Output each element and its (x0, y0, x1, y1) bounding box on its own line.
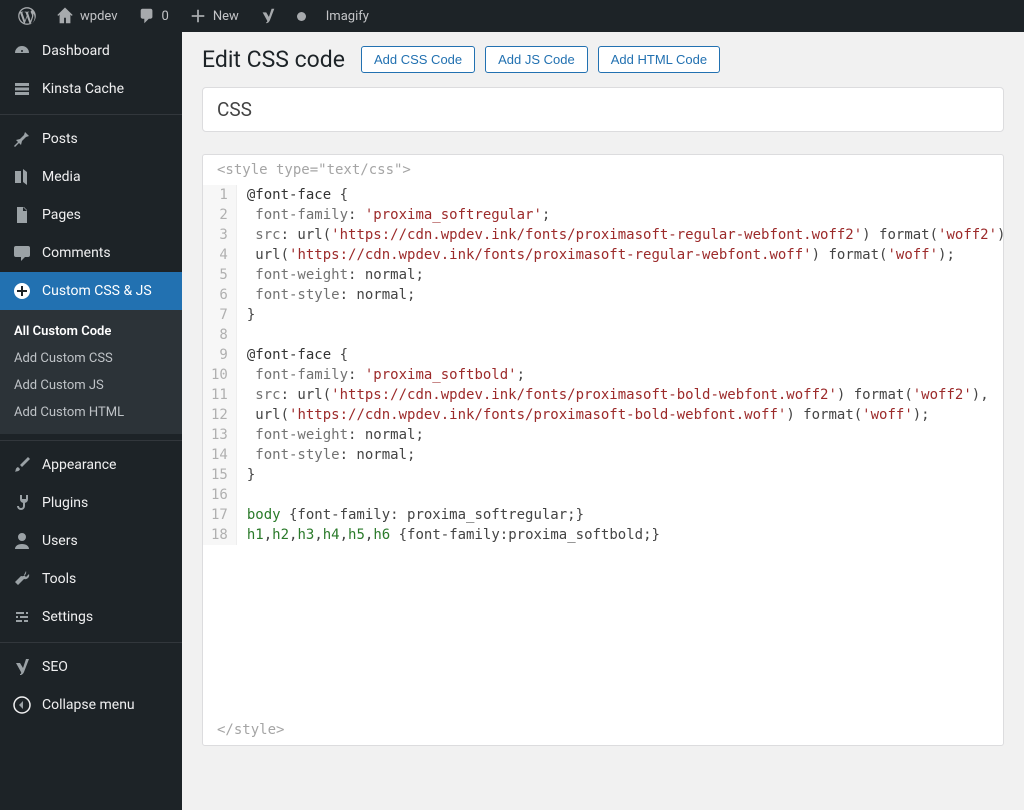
sidebar-item-label: Posts (42, 131, 78, 147)
sidebar-item-pages[interactable]: Pages (0, 196, 182, 234)
sidebar-item-seo[interactable]: SEO (0, 648, 182, 686)
new-content-link[interactable]: New (179, 0, 249, 32)
new-label: New (213, 9, 239, 24)
comment-count: 0 (162, 9, 169, 24)
code-line (247, 485, 1004, 505)
code-line: font-weight: normal; (247, 265, 1004, 285)
site-name: wpdev (80, 9, 118, 24)
closing-style-tag: </style> (203, 715, 1003, 745)
sidebar-item-label: Custom CSS & JS (42, 283, 152, 299)
code-line: font-style: normal; (247, 285, 1004, 305)
sidebar-item-comments[interactable]: Comments (0, 234, 182, 272)
cache-icon (12, 79, 32, 99)
comments-link[interactable]: 0 (128, 0, 179, 32)
submenu-item-add-custom-js[interactable]: Add Custom JS (0, 372, 182, 399)
submenu-item-add-custom-html[interactable]: Add Custom HTML (0, 399, 182, 426)
sidebar-item-label: Pages (42, 207, 81, 223)
yoast-icon (259, 7, 277, 25)
wrench-icon (12, 569, 32, 589)
pin-icon (12, 129, 32, 149)
sidebar-item-label: Comments (42, 245, 111, 261)
add-js-code-button[interactable]: Add JS Code (485, 46, 588, 73)
code-line: } (247, 305, 1004, 325)
sidebar-item-label: Kinsta Cache (42, 81, 124, 97)
sidebar-item-custom-css-js[interactable]: Custom CSS & JS (0, 272, 182, 310)
comment-icon (12, 243, 32, 263)
line-number-gutter: 123456789101112131415161718 (203, 185, 237, 545)
code-line: url('https://cdn.wpdev.ink/fonts/proxima… (247, 405, 1004, 425)
code-line: h1,h2,h3,h4,h5,h6 {font-family:proxima_s… (247, 525, 1004, 545)
submenu-item-add-custom-css[interactable]: Add Custom CSS (0, 345, 182, 372)
code-line: url('https://cdn.wpdev.ink/fonts/proxima… (247, 245, 1004, 265)
user-icon (12, 531, 32, 551)
code-line (247, 325, 1004, 345)
plus-icon (189, 7, 207, 25)
status-dot-item[interactable] (287, 0, 316, 32)
add-html-code-button[interactable]: Add HTML Code (598, 46, 720, 73)
sidebar-item-label: Plugins (42, 495, 88, 511)
sidebar-item-posts[interactable]: Posts (0, 120, 182, 158)
code-line: body {font-family: proxima_softregular;} (247, 505, 1004, 525)
brush-icon (12, 455, 32, 475)
sidebar-item-collapse-menu[interactable]: Collapse menu (0, 686, 182, 724)
collapse-icon (12, 695, 32, 715)
code-line: font-weight: normal; (247, 425, 1004, 445)
sidebar-item-kinsta-cache[interactable]: Kinsta Cache (0, 70, 182, 108)
sidebar-item-label: Collapse menu (42, 697, 135, 713)
code-title-input[interactable]: CSS (202, 87, 1004, 132)
plug-icon (12, 493, 32, 513)
code-line: font-family: 'proxima_softregular'; (247, 205, 1004, 225)
sidebar-item-tools[interactable]: Tools (0, 560, 182, 598)
wp-logo[interactable] (8, 0, 46, 32)
sidebar-item-label: Dashboard (42, 43, 110, 59)
sidebar-item-label: Settings (42, 609, 93, 625)
sidebar-submenu: All Custom CodeAdd Custom CSSAdd Custom … (0, 310, 182, 434)
home-icon (56, 7, 74, 25)
main-content: Edit CSS code Add CSS Code Add JS Code A… (182, 32, 1024, 810)
opening-style-tag: <style type="text/css"> (203, 155, 1003, 185)
sidebar-item-dashboard[interactable]: Dashboard (0, 32, 182, 70)
sidebar-item-users[interactable]: Users (0, 522, 182, 560)
sidebar-item-plugins[interactable]: Plugins (0, 484, 182, 522)
code-editor[interactable]: <style type="text/css"> 1234567891011121… (202, 154, 1004, 746)
media-icon (12, 167, 32, 187)
yoast-link[interactable] (249, 0, 287, 32)
admin-sidebar: Dashboard Kinsta Cache Posts Media Pages Comm… (0, 32, 182, 810)
wordpress-icon (18, 7, 36, 25)
code-line: @font-face { (247, 185, 1004, 205)
sidebar-item-appearance[interactable]: Appearance (0, 446, 182, 484)
code-line: font-style: normal; (247, 445, 1004, 465)
imagify-label: Imagify (326, 9, 369, 24)
status-dot-icon (297, 12, 306, 21)
code-line: font-family: 'proxima_softbold'; (247, 365, 1004, 385)
sidebar-item-label: SEO (42, 659, 68, 675)
dashboard-icon (12, 41, 32, 61)
sidebar-item-label: Media (42, 169, 81, 185)
seo-icon (12, 657, 32, 677)
code-line: @font-face { (247, 345, 1004, 365)
site-home-link[interactable]: wpdev (46, 0, 128, 32)
code-line: src: url('https://cdn.wpdev.ink/fonts/pr… (247, 385, 1004, 405)
sidebar-item-label: Users (42, 533, 78, 549)
page-title: Edit CSS code (202, 46, 345, 73)
code-line: } (247, 465, 1004, 485)
admin-topbar: wpdev 0 New Imagify (0, 0, 1024, 32)
settings-icon (12, 607, 32, 627)
page-icon (12, 205, 32, 225)
code-line: src: url('https://cdn.wpdev.ink/fonts/pr… (247, 225, 1004, 245)
submenu-item-all-custom-code[interactable]: All Custom Code (0, 318, 182, 345)
comment-icon (138, 7, 156, 25)
sidebar-item-label: Appearance (42, 457, 116, 473)
plus-icon (12, 281, 32, 301)
add-css-code-button[interactable]: Add CSS Code (361, 46, 475, 73)
code-lines[interactable]: @font-face { font-family: 'proxima_softr… (237, 185, 1004, 545)
sidebar-item-label: Tools (42, 571, 76, 587)
sidebar-item-settings[interactable]: Settings (0, 598, 182, 636)
imagify-link[interactable]: Imagify (316, 0, 379, 32)
sidebar-item-media[interactable]: Media (0, 158, 182, 196)
